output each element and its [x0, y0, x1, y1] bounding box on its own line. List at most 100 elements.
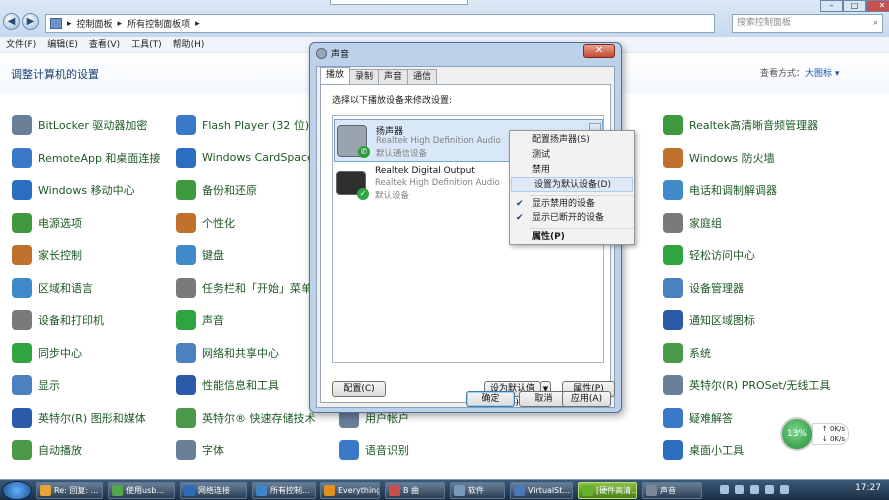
control-panel-item[interactable]: 家长控制: [12, 245, 82, 265]
search-icon[interactable]: ⌕: [873, 15, 878, 32]
taskbar-button[interactable]: VirtualSt...: [510, 482, 573, 499]
tab-communications[interactable]: 通信: [407, 69, 438, 84]
taskbar-button[interactable]: 软件: [450, 482, 505, 499]
maximize-button[interactable]: □: [843, 0, 866, 12]
control-panel-item[interactable]: 任务栏和「开始」菜单: [176, 277, 312, 298]
network-monitor-gauge[interactable]: 13%: [780, 417, 814, 451]
item-icon: [176, 277, 196, 298]
menu-test[interactable]: 测试: [510, 148, 634, 163]
tray-icon[interactable]: [735, 485, 744, 494]
control-panel-item[interactable]: 设备和打印机: [12, 310, 104, 330]
menu-properties[interactable]: 属性(P): [510, 230, 634, 245]
control-panel-item[interactable]: 备份和还原: [176, 180, 257, 200]
control-panel-item[interactable]: 字体: [176, 440, 224, 460]
close-button[interactable]: ✕: [866, 0, 889, 12]
control-panel-item[interactable]: 同步中心: [12, 342, 82, 363]
apply-button[interactable]: 应用(A): [562, 391, 611, 407]
control-panel-item[interactable]: 电话和调制解调器: [663, 180, 777, 200]
control-panel-item[interactable]: Windows CardSpace: [176, 147, 314, 168]
control-panel-item[interactable]: Flash Player (32 位): [176, 115, 309, 135]
control-panel-item[interactable]: Windows 防火墙: [663, 147, 775, 168]
ok-button[interactable]: 确定: [466, 391, 515, 407]
view-by-dropdown[interactable]: 大图标 ▾: [805, 69, 839, 79]
item-label: 系统: [689, 346, 711, 360]
control-panel-item[interactable]: 显示: [12, 375, 60, 395]
item-icon: [12, 277, 32, 298]
control-panel-item[interactable]: 英特尔® 快速存储技术: [176, 407, 316, 428]
item-label: 英特尔(R) 图形和媒体: [38, 411, 146, 425]
taskbar-button[interactable]: Everything: [320, 482, 380, 499]
tab-recording[interactable]: 录制: [349, 69, 380, 84]
device-status: 默认设备: [375, 191, 410, 201]
control-panel-item[interactable]: 电源选项: [12, 212, 82, 233]
menu-tools[interactable]: 工具(T): [131, 37, 162, 52]
item-icon: [176, 407, 196, 428]
control-panel-item[interactable]: Realtek高清晰音频管理器: [663, 115, 818, 135]
taskbar-button[interactable]: 声音: [642, 482, 702, 499]
configure-button[interactable]: 配置(C): [332, 381, 386, 397]
control-panel-item[interactable]: Windows 移动中心: [12, 180, 135, 200]
forward-button[interactable]: ▶: [22, 13, 39, 30]
menu-view[interactable]: 查看(V): [89, 37, 120, 52]
search-input[interactable]: 搜索控制面板 ⌕: [732, 14, 883, 33]
item-label: 家长控制: [38, 249, 82, 262]
address-bar[interactable]: ▸ 控制面板 ▸ 所有控制面板项 ▸: [45, 14, 715, 33]
control-panel-item[interactable]: RemoteApp 和桌面连接: [12, 147, 160, 168]
device-driver: Realtek High Definition Audio: [375, 178, 500, 188]
control-panel-item[interactable]: 设备管理器: [663, 277, 744, 298]
dialog-close-button[interactable]: ✕: [583, 44, 615, 58]
control-panel-item[interactable]: 声音: [176, 310, 224, 330]
volume-icon[interactable]: [765, 485, 774, 494]
menu-help[interactable]: 帮助(H): [173, 37, 205, 52]
control-panel-item[interactable]: 网络和共享中心: [176, 342, 279, 363]
control-panel-item[interactable]: 英特尔(R) 图形和媒体: [12, 407, 146, 428]
menu-show-disconnected[interactable]: ✔ 显示已断开的设备: [510, 211, 634, 226]
control-panel-item[interactable]: 疑难解答: [663, 407, 733, 428]
taskbar-button[interactable]: B 曲: [385, 482, 445, 499]
taskbar-button[interactable]: 所有控制...: [252, 482, 316, 499]
back-button[interactable]: ◀: [3, 13, 20, 30]
control-panel-item[interactable]: 家庭组: [663, 212, 722, 233]
tab-sounds[interactable]: 声音: [378, 69, 409, 84]
top-search-box[interactable]: [330, 0, 468, 5]
menu-file[interactable]: 文件(F): [6, 37, 36, 52]
breadcrumb-all-items[interactable]: 所有控制面板项: [127, 17, 190, 30]
taskbar-label: VirtualSt...: [528, 486, 570, 495]
control-panel-item[interactable]: 个性化: [176, 212, 235, 233]
minimize-button[interactable]: –: [820, 0, 843, 12]
control-panel-item[interactable]: 自动播放: [12, 440, 82, 460]
control-panel-item[interactable]: 区域和语言: [12, 277, 93, 298]
item-label: 电源选项: [38, 216, 82, 230]
tray-icon[interactable]: [750, 485, 759, 494]
control-panel-item[interactable]: BitLocker 驱动器加密: [12, 115, 147, 135]
item-icon: [663, 180, 683, 200]
menu-configure-speakers[interactable]: 配置扬声器(S): [510, 133, 634, 148]
tab-playback[interactable]: 播放: [320, 67, 351, 84]
network-icon[interactable]: [780, 485, 789, 494]
clock[interactable]: 17:27: [855, 483, 881, 493]
download-speed: ↓ 0K/s: [821, 435, 845, 443]
menu-set-default[interactable]: 设置为默认设备(D): [511, 177, 633, 192]
control-panel-item[interactable]: 性能信息和工具: [176, 375, 279, 395]
breadcrumb-control-panel[interactable]: 控制面板: [77, 17, 113, 30]
control-panel-item[interactable]: 系统: [663, 342, 711, 363]
control-panel-item[interactable]: 语音识别: [339, 440, 409, 460]
menu-show-disabled[interactable]: ✔ 显示禁用的设备: [510, 197, 634, 212]
control-panel-item[interactable]: 英特尔(R) PROSet/无线工具: [663, 375, 830, 395]
tray-icon[interactable]: [720, 485, 729, 494]
menu-edit[interactable]: 编辑(E): [47, 37, 78, 52]
control-panel-item[interactable]: 键盘: [176, 245, 224, 265]
taskbar-button[interactable]: 使用usb...: [108, 482, 175, 499]
menu-disable[interactable]: 禁用: [510, 163, 634, 178]
taskbar-button[interactable]: 网络连接: [180, 482, 247, 499]
control-panel-item[interactable]: 通知区域图标: [663, 310, 755, 330]
item-label: 电话和调制解调器: [689, 184, 777, 197]
control-panel-item[interactable]: 轻松访问中心: [663, 245, 755, 265]
taskbar-button[interactable]: Re: 回复: ...: [36, 482, 103, 499]
taskbar-button[interactable]: [硬件高清...: [578, 482, 637, 499]
control-panel-item[interactable]: 桌面小工具: [663, 440, 744, 460]
item-label: 疑难解答: [689, 411, 733, 425]
cancel-button[interactable]: 取消: [519, 391, 568, 407]
item-label: 设备和打印机: [38, 314, 104, 327]
start-button[interactable]: [2, 481, 32, 500]
